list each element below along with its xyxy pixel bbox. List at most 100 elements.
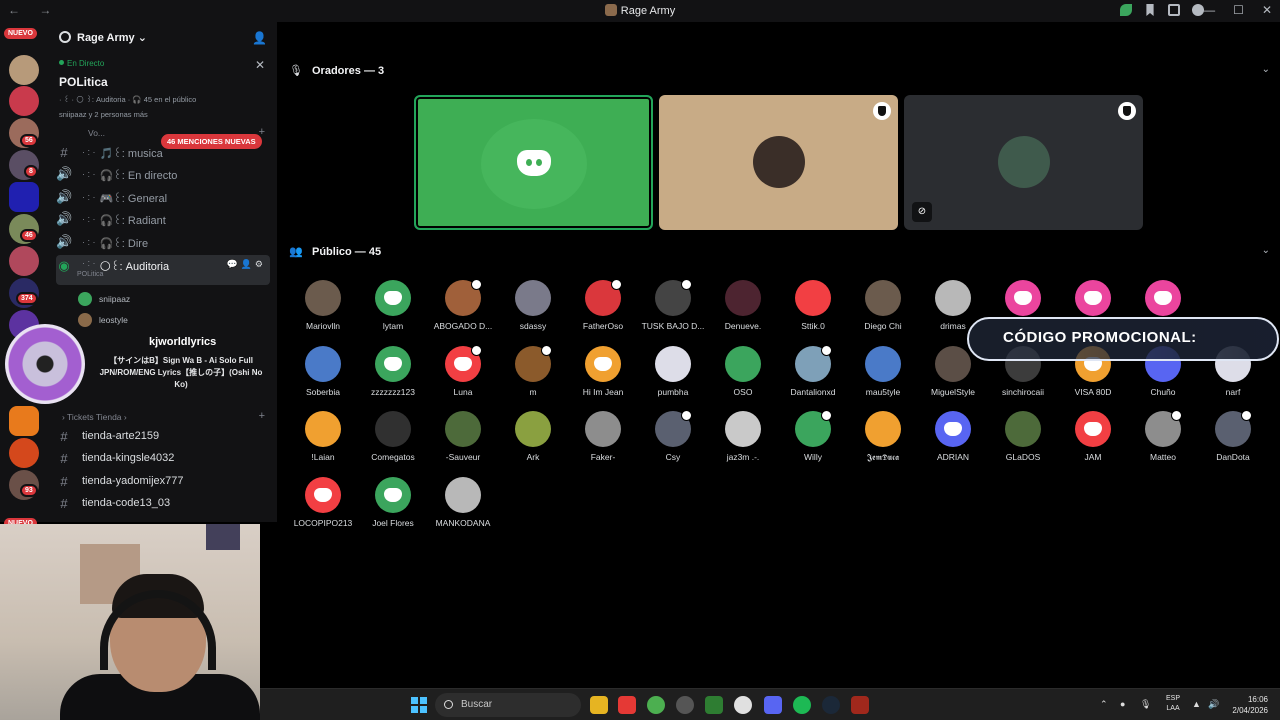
channel-radiant[interactable]: 🔊 · : · 🎧꒰: Radiant bbox=[56, 209, 270, 229]
audience-member[interactable]: Comegatos bbox=[358, 411, 428, 462]
server-avatar[interactable] bbox=[9, 246, 39, 276]
audience-member[interactable]: TUSK BAJO D... bbox=[638, 279, 708, 331]
speaker-tile[interactable] bbox=[659, 95, 898, 230]
channel-tienda[interactable]: # tienda-arte2159 bbox=[56, 426, 270, 446]
audience-member[interactable]: JAM bbox=[1058, 411, 1128, 462]
audience-name: OSO bbox=[733, 387, 753, 397]
channel-actions[interactable]: 💬👤⚙ bbox=[227, 259, 266, 270]
channel-musica[interactable]: # · : · 🎵꒰: musica bbox=[56, 142, 270, 162]
audience-member[interactable]: Matteo bbox=[1128, 410, 1198, 462]
audience-member[interactable]: zzzzzzz123 bbox=[358, 346, 428, 397]
audience-member[interactable]: ADRIAN bbox=[918, 411, 988, 462]
close-button[interactable]: ✕ bbox=[1262, 3, 1272, 17]
app-icon[interactable] bbox=[734, 696, 752, 714]
nitro-leaf-icon[interactable] bbox=[1120, 4, 1132, 16]
app-icon[interactable] bbox=[705, 696, 723, 714]
minimize-button[interactable]: — bbox=[1203, 3, 1215, 17]
server-name[interactable]: Rage Army ⌄ bbox=[77, 31, 147, 44]
channel-tienda[interactable]: # tienda-yadomijex777 bbox=[56, 471, 270, 491]
audience-member[interactable]: Ark bbox=[498, 411, 568, 462]
invite-people-icon[interactable]: 👤 bbox=[252, 31, 267, 45]
channel-general[interactable]: 🔊 · : · 🎮꒰: General bbox=[56, 187, 270, 207]
audience-member[interactable]: FatherOso bbox=[568, 279, 638, 331]
audience-member[interactable]: pumbha bbox=[638, 346, 708, 397]
track-artist: kjworldlyrics bbox=[149, 336, 217, 348]
language-indicator[interactable]: ESP LAA bbox=[1166, 694, 1180, 714]
inbox-icon[interactable] bbox=[1168, 4, 1180, 16]
chrome-icon[interactable] bbox=[647, 696, 665, 714]
audience-member[interactable]: Dantalionxd bbox=[778, 345, 848, 397]
audience-member[interactable]: sdassy bbox=[498, 280, 568, 331]
audience-member[interactable]: Faker- bbox=[568, 411, 638, 462]
audience-member[interactable]: Willy bbox=[778, 410, 848, 462]
server-avatar[interactable] bbox=[9, 55, 39, 85]
audience-member[interactable]: m bbox=[498, 345, 568, 397]
discord-icon[interactable] bbox=[764, 696, 782, 714]
audience-member[interactable]: Diego Chi bbox=[848, 280, 918, 331]
audience-member[interactable]: ABOGADO D... bbox=[428, 279, 498, 331]
server-avatar[interactable] bbox=[9, 86, 39, 116]
chevron-up-icon[interactable]: ⌃ bbox=[1100, 699, 1108, 710]
server-avatar[interactable] bbox=[9, 406, 39, 436]
dota-icon[interactable] bbox=[851, 696, 869, 714]
clock[interactable]: 16:06 2/04/2026 bbox=[1232, 694, 1268, 716]
windows-start-icon[interactable] bbox=[411, 697, 427, 713]
pin-icon[interactable] bbox=[1146, 4, 1154, 16]
file-explorer-icon[interactable] bbox=[590, 696, 608, 714]
wifi-icon[interactable]: ▲ bbox=[1192, 699, 1201, 709]
channel-tienda[interactable]: # tienda-code13_03 bbox=[56, 493, 270, 513]
audience-member[interactable]: OSO bbox=[708, 346, 778, 397]
audience-member[interactable]: Mariovlln bbox=[288, 280, 358, 331]
steam-icon[interactable] bbox=[822, 696, 840, 714]
channel-tienda[interactable]: # tienda-kingsle4032 bbox=[56, 448, 270, 468]
audience-member[interactable]: Sttik.0 bbox=[778, 280, 848, 331]
audience-member[interactable] bbox=[1128, 280, 1198, 321]
audience-member[interactable]: MANKODANA bbox=[428, 477, 498, 528]
youtube-icon[interactable] bbox=[618, 696, 636, 714]
chevron-down-icon[interactable]: ⌄ bbox=[1262, 245, 1270, 256]
audience-member[interactable]: GLaDOS bbox=[988, 411, 1058, 462]
mic-icon[interactable]: 🎙 bbox=[1140, 699, 1151, 710]
audience-member[interactable]: mau5tyle bbox=[848, 346, 918, 397]
audience-member[interactable] bbox=[1058, 280, 1128, 321]
spotify-icon[interactable] bbox=[793, 696, 811, 714]
taskbar-search[interactable]: Buscar bbox=[435, 693, 581, 717]
connected-user[interactable]: sniipaaz bbox=[78, 292, 130, 306]
volume-icon[interactable]: 🔊 bbox=[1208, 699, 1219, 710]
audience-member[interactable]: DanDota bbox=[1198, 410, 1268, 462]
audience-member[interactable]: lytam bbox=[358, 280, 428, 331]
live-stage-card[interactable]: En Directo POLitica · ꒰ · 🌕 ꒱: Auditoria… bbox=[48, 54, 277, 124]
server-header[interactable]: Rage Army ⌄ 👤 bbox=[48, 22, 277, 54]
audience-member[interactable]: jaz3m .-. bbox=[708, 411, 778, 462]
category-tickets[interactable]: › Tickets Tienda › bbox=[62, 412, 127, 422]
audience-member[interactable]: Luna bbox=[428, 345, 498, 397]
maximize-button[interactable]: ☐ bbox=[1233, 3, 1244, 17]
audience-member[interactable]: Denueve. bbox=[708, 280, 778, 331]
channel-dire[interactable]: 🔊 · : · 🎧꒰: Dire bbox=[56, 232, 270, 252]
avatar bbox=[655, 279, 692, 316]
server-avatar[interactable] bbox=[9, 438, 39, 468]
speaker-tile[interactable] bbox=[414, 95, 653, 230]
audience-member[interactable]: -Sauveur bbox=[428, 411, 498, 462]
audience-member[interactable] bbox=[988, 280, 1058, 321]
channel-auditoria[interactable]: ◉ · : · 🌕꒰: Auditoria POLitica 💬👤⚙ bbox=[56, 255, 270, 285]
add-channel-icon[interactable]: + bbox=[259, 410, 265, 422]
audience-name: ADRIAN bbox=[936, 452, 970, 462]
audience-member[interactable]: LOCOPIPO213 bbox=[288, 477, 358, 528]
audience-member[interactable]: 𝕵𝖊𝖒𝕯𝖚𝖈𝖆 bbox=[848, 411, 918, 463]
audience-member[interactable]: Joel Flores bbox=[358, 477, 428, 528]
server-avatar[interactable] bbox=[9, 182, 39, 212]
chevron-down-icon[interactable]: ⌄ bbox=[1262, 64, 1270, 75]
speaker-tile[interactable]: ⊘ bbox=[904, 95, 1143, 230]
app-icon[interactable] bbox=[676, 696, 694, 714]
audience-member[interactable]: Csy bbox=[638, 410, 708, 462]
audience-member[interactable]: Hi Im Jean bbox=[568, 346, 638, 397]
close-icon[interactable]: ✕ bbox=[255, 58, 265, 72]
audience-member[interactable]: !Laian bbox=[288, 411, 358, 462]
channel-en-directo[interactable]: 🔊 · : · 🎧꒰: En directo bbox=[56, 164, 270, 184]
avatar bbox=[725, 280, 761, 316]
moderator-shield-icon bbox=[821, 410, 832, 421]
discord-logo-icon bbox=[517, 150, 551, 176]
audience-member[interactable]: Soberbia bbox=[288, 346, 358, 397]
tray-app-icon[interactable]: ● bbox=[1120, 699, 1125, 709]
